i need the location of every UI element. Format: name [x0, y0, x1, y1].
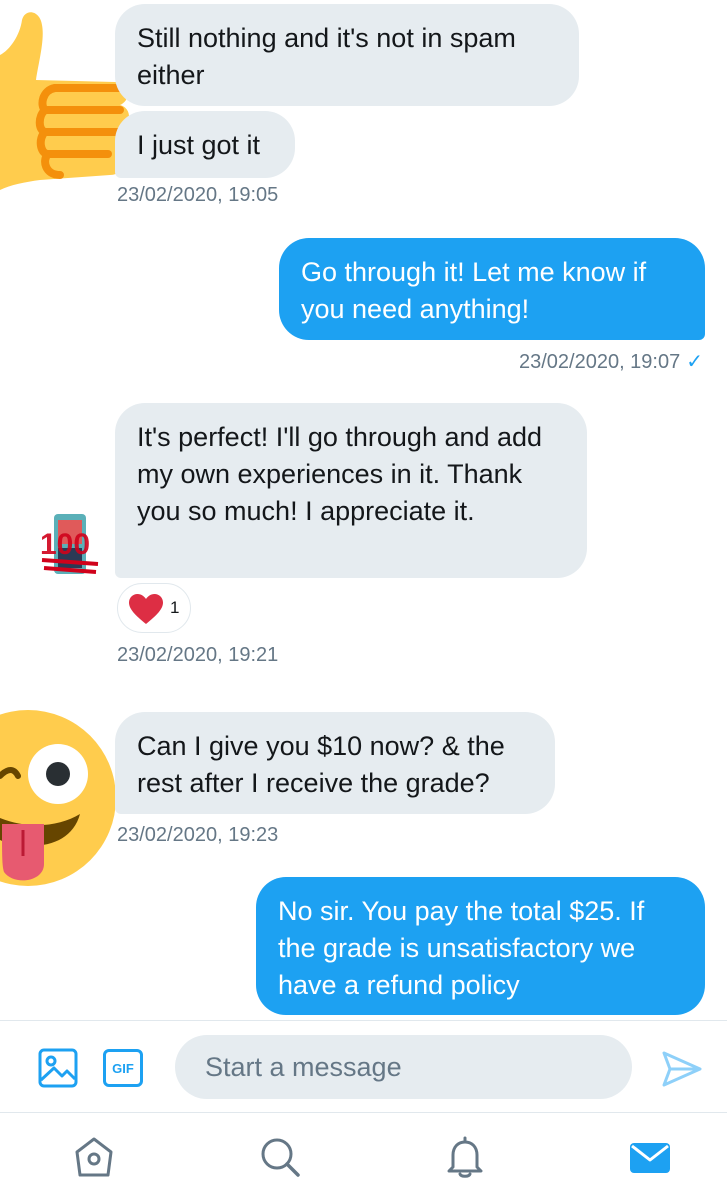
notifications-icon[interactable]	[443, 1135, 487, 1179]
incoming-message-bubble[interactable]: It's perfect! I'll go through and add my…	[115, 403, 587, 578]
incoming-message-bubble[interactable]: Still nothing and it's not in spam eithe…	[115, 4, 579, 106]
message-timestamp: 23/02/2020, 19:07	[518, 351, 681, 373]
message-text: Can I give you $10 now? & the rest after…	[137, 731, 505, 798]
outgoing-message-bubble[interactable]: No sir. You pay the total $25. If the gr…	[256, 877, 705, 1015]
gif-button[interactable]: GIF	[103, 1049, 143, 1087]
image-icon[interactable]	[38, 1048, 78, 1088]
message-timestamp-row: 23/02/2020, 19:07 ✓	[519, 349, 703, 374]
message-timestamp: 23/02/2020, 19:21	[117, 644, 279, 666]
message-timestamp: 23/02/2020, 19:05	[117, 184, 279, 206]
message-input[interactable]	[175, 1035, 632, 1099]
message-text: No sir. You pay the total $25. If the gr…	[278, 896, 645, 1000]
incoming-message-bubble[interactable]: Can I give you $10 now? & the rest after…	[115, 712, 555, 814]
tongue-out-emoji-avatar[interactable]	[0, 706, 120, 891]
svg-text:100: 100	[40, 528, 90, 561]
message-text: It's perfect! I'll go through and add my…	[137, 422, 543, 526]
send-icon[interactable]	[662, 1051, 702, 1087]
messages-icon[interactable]	[628, 1135, 672, 1179]
sender-avatar[interactable]: 100	[38, 512, 102, 576]
bottom-tab-bar	[0, 1112, 727, 1201]
conversation-thread: Still nothing and it's not in spam eithe…	[0, 0, 727, 1020]
heart-reaction-pill[interactable]: 1	[117, 583, 191, 633]
sent-check-icon: ✓	[686, 351, 703, 373]
home-icon[interactable]	[72, 1135, 116, 1179]
message-text: Go through it! Let me know if you need a…	[301, 257, 647, 324]
compose-bar: GIF	[0, 1020, 727, 1113]
message-text: Still nothing and it's not in spam eithe…	[137, 23, 516, 90]
reaction-count: 1	[170, 598, 180, 617]
outgoing-message-bubble[interactable]: Go through it! Let me know if you need a…	[279, 238, 705, 340]
message-timestamp: 23/02/2020, 19:23	[117, 824, 279, 846]
message-text: I just got it	[137, 130, 261, 160]
search-icon[interactable]	[258, 1135, 302, 1179]
incoming-message-bubble[interactable]: I just got it	[115, 111, 295, 178]
heart-icon	[129, 594, 163, 624]
